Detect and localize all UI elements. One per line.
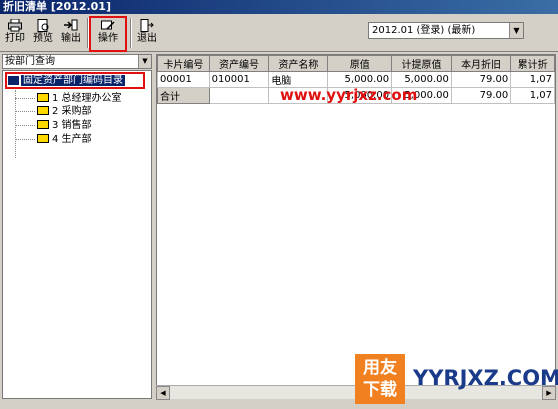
chevron-down-icon[interactable]: ▼ bbox=[138, 55, 151, 68]
folder-icon bbox=[37, 134, 49, 143]
column-header[interactable]: 计提原值 bbox=[391, 55, 452, 72]
tree-node-label: 2 采购部 bbox=[52, 106, 92, 117]
column-header[interactable]: 资产名称 bbox=[268, 55, 329, 72]
tree-root-label: 固定资产部门编码目录 bbox=[21, 75, 125, 86]
watermark-logo: 用友下载 bbox=[355, 354, 405, 404]
column-header[interactable]: 本月折旧 bbox=[450, 55, 512, 72]
exit-label: 退出 bbox=[137, 33, 157, 44]
folder-icon bbox=[8, 76, 19, 85]
period-value: 2012.01 (登录) (最新) bbox=[372, 25, 476, 36]
tree-node-dept-1[interactable]: 1 总经理办公室 bbox=[37, 92, 122, 105]
tree-connector bbox=[15, 90, 16, 158]
period-select[interactable]: 2012.01 (登录) (最新) ▼ bbox=[368, 22, 524, 39]
tree-root-node[interactable]: 固定资产部门编码目录 bbox=[5, 72, 145, 89]
exit-icon bbox=[140, 19, 154, 32]
preview-label: 预览 bbox=[33, 33, 53, 44]
table-cell[interactable]: 010001 bbox=[208, 71, 270, 88]
depreciation-grid: 卡片编号 资产编号 资产名称 原值 计提原值 本月折旧 累计折 00001 01… bbox=[156, 54, 556, 399]
watermark-logo-text: YYRJXZ.COM bbox=[413, 366, 558, 390]
table-cell[interactable]: 79.00 bbox=[450, 71, 512, 88]
query-mode-select[interactable]: 按部门查询 ▼ bbox=[2, 54, 152, 69]
tree-connector bbox=[15, 139, 35, 140]
table-cell: 1,07 bbox=[510, 87, 555, 104]
column-header[interactable]: 原值 bbox=[327, 55, 393, 72]
tree-node-label: 3 销售部 bbox=[52, 120, 92, 131]
printer-icon bbox=[8, 19, 22, 32]
exit-button[interactable]: 退出 bbox=[134, 18, 160, 50]
table-cell[interactable]: 00001 bbox=[157, 71, 210, 88]
preview-icon bbox=[37, 19, 49, 32]
tree-node-dept-4[interactable]: 4 生产部 bbox=[37, 133, 92, 146]
export-button[interactable]: 输出 bbox=[58, 18, 84, 50]
watermark-site: www.yyrjxz.com bbox=[280, 86, 418, 104]
preview-button[interactable]: 预览 bbox=[30, 18, 56, 50]
scroll-left-icon[interactable]: ◀ bbox=[156, 386, 170, 400]
folder-icon bbox=[37, 120, 49, 129]
print-button[interactable]: 打印 bbox=[2, 18, 28, 50]
table-cell[interactable]: 1,07 bbox=[510, 71, 555, 88]
folder-icon bbox=[37, 106, 49, 115]
left-panel: 按部门查询 ▼ 固定资产部门编码目录 1 总经理办公室 2 采购部 3 销售部 … bbox=[2, 54, 154, 399]
print-label: 打印 bbox=[5, 33, 25, 44]
column-header[interactable]: 资产编号 bbox=[208, 55, 270, 72]
table-cell: 合计 bbox=[157, 87, 210, 104]
query-mode-value: 按部门查询 bbox=[5, 56, 55, 67]
tree-node-label: 4 生产部 bbox=[52, 134, 92, 145]
toolbar-separator bbox=[130, 18, 132, 48]
tree-connector bbox=[15, 125, 35, 126]
tree-connector bbox=[15, 111, 35, 112]
tree-node-dept-2[interactable]: 2 采购部 bbox=[37, 105, 92, 118]
department-tree: 固定资产部门编码目录 1 总经理办公室 2 采购部 3 销售部 4 生产部 bbox=[2, 70, 152, 399]
table-cell bbox=[208, 87, 270, 104]
table-cell: 79.00 bbox=[450, 87, 512, 104]
column-header[interactable]: 累计折 bbox=[510, 55, 555, 72]
export-label: 输出 bbox=[61, 33, 81, 44]
tree-node-label: 1 总经理办公室 bbox=[52, 93, 122, 104]
window-title: 折旧清单 [2012.01] bbox=[0, 0, 558, 14]
folder-icon bbox=[37, 93, 49, 102]
chevron-down-icon[interactable]: ▼ bbox=[509, 23, 523, 38]
export-icon bbox=[64, 19, 78, 31]
column-header[interactable]: 卡片编号 bbox=[157, 55, 210, 72]
table-header-row: 卡片编号 资产编号 资产名称 原值 计提原值 本月折旧 累计折 bbox=[157, 55, 555, 72]
tree-connector bbox=[15, 98, 35, 99]
tree-node-dept-3[interactable]: 3 销售部 bbox=[37, 119, 92, 132]
operate-highlight-box bbox=[89, 16, 127, 52]
